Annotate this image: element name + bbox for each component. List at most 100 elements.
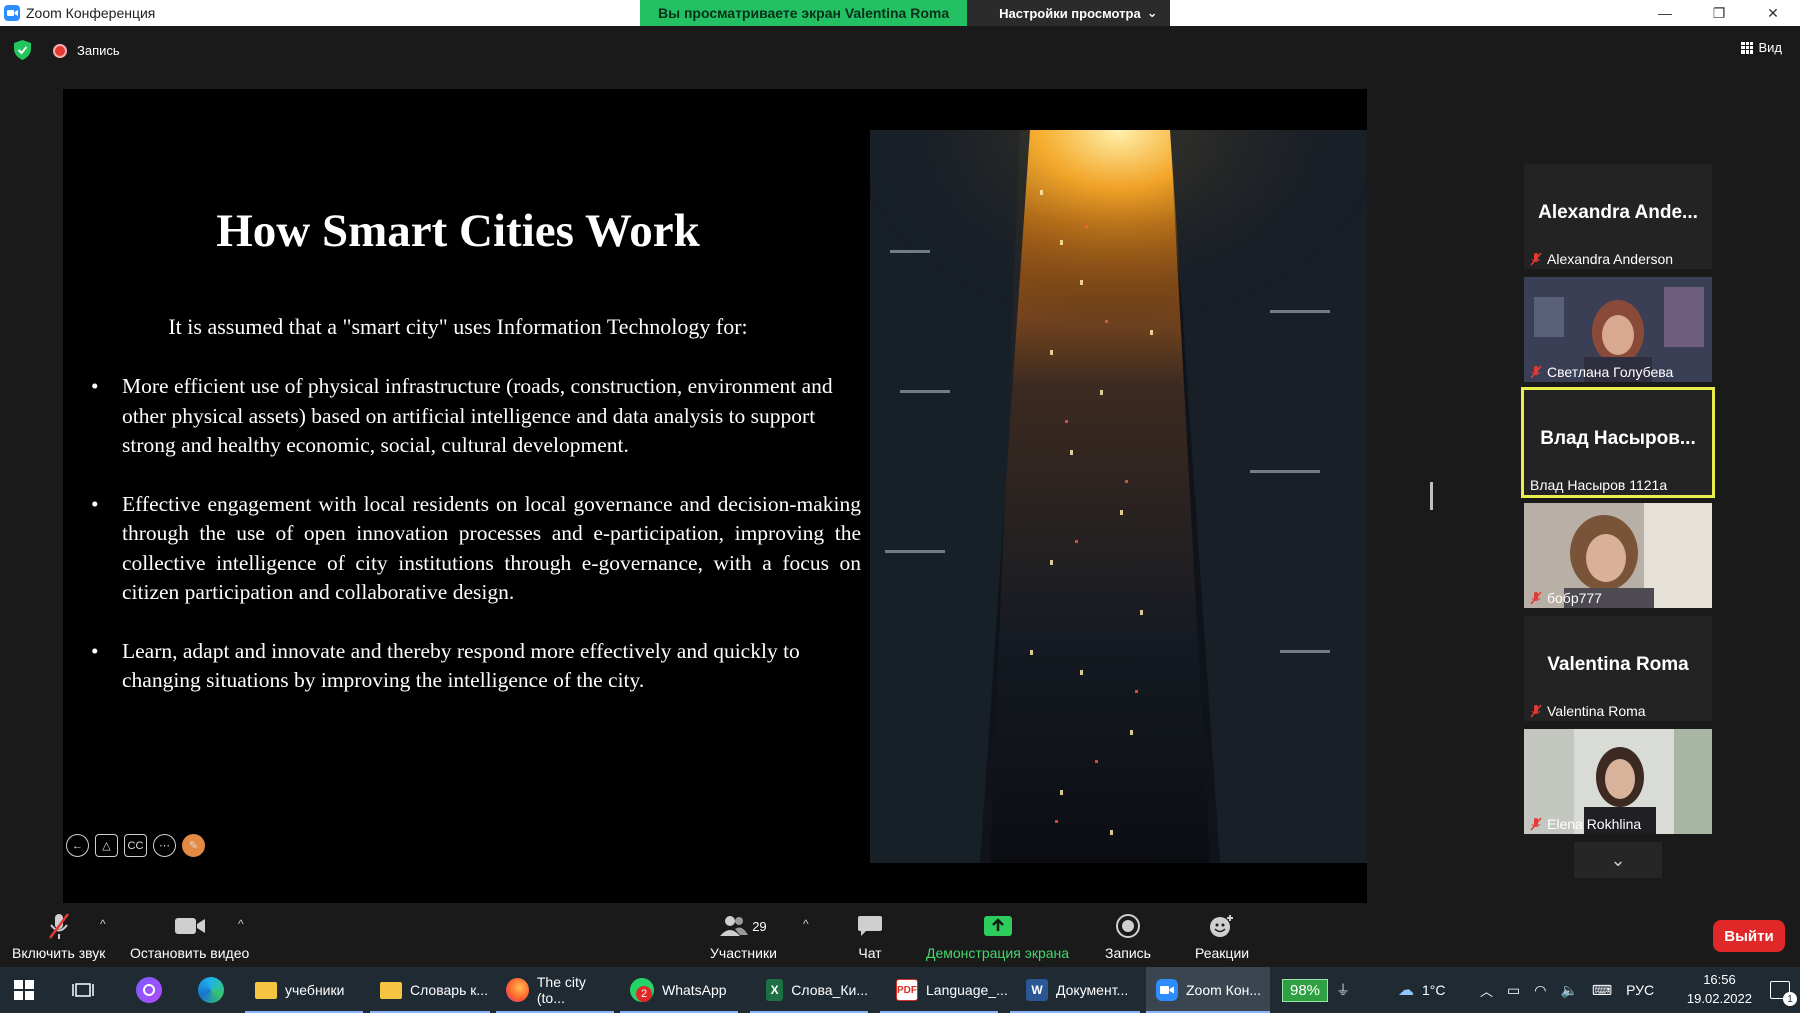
window-controls: — ❐ ✕: [1638, 0, 1800, 26]
share-screen-button[interactable]: Демонстрация экрана: [926, 911, 1069, 961]
unmute-label: Включить звук: [12, 945, 106, 961]
volume-icon[interactable]: 🔈: [1560, 982, 1577, 999]
participant-tile[interactable]: Elena Rokhlina: [1524, 729, 1712, 834]
maximize-button[interactable]: ❐: [1692, 0, 1746, 26]
taskbar-item-label: WhatsApp: [662, 982, 727, 998]
taskbar-item-label: Словарь к...: [410, 982, 489, 998]
taskbar-item-word[interactable]: W Документ...: [1010, 967, 1140, 1013]
taskbar-item-whatsapp[interactable]: 2 WhatsApp: [620, 967, 738, 1013]
folder-icon: [255, 981, 277, 999]
stop-video-label: Остановить видео: [130, 945, 250, 961]
close-button[interactable]: ✕: [1746, 0, 1800, 26]
audio-options-caret[interactable]: ^: [100, 917, 106, 931]
device-icon[interactable]: ▭: [1507, 982, 1520, 999]
participant-footer: бобр777: [1530, 590, 1602, 606]
view-options-button[interactable]: Настройки просмотра ⌄: [967, 0, 1170, 26]
participants-button[interactable]: 29 Участники: [710, 911, 777, 961]
share-banner: Вы просматриваете экран Valentina Roma Н…: [640, 0, 1170, 26]
plug-icon: ⏚: [1336, 982, 1351, 998]
chevron-down-icon: ⌄: [1610, 849, 1626, 870]
taskbar-item-firefox[interactable]: The city (to...: [496, 967, 614, 1013]
zoom-window: Zoom Конференция Вы просматриваете экран…: [0, 0, 1800, 1013]
city-traffic-photo: [870, 130, 1367, 863]
weather-widget[interactable]: ☁ 1°C: [1398, 967, 1446, 1013]
reactions-label: Реакции: [1195, 945, 1250, 961]
weather-cloud-icon: ☁: [1398, 982, 1414, 999]
task-view-button[interactable]: [72, 967, 94, 1013]
stop-video-button[interactable]: Остановить видео: [130, 911, 249, 961]
input-language[interactable]: РУС: [1626, 982, 1654, 998]
mic-muted-icon: [1530, 817, 1542, 831]
taskbar-item-slovar[interactable]: Словарь к...: [370, 967, 490, 1013]
system-clock[interactable]: 16:56 19.02.2022: [1687, 970, 1752, 1008]
taskbar-item-excel[interactable]: X Слова_Ки...: [750, 967, 868, 1013]
more-options-button[interactable]: ⋯: [153, 834, 176, 857]
edge-button[interactable]: [198, 967, 224, 1013]
taskbar-item-label: Language_...: [926, 982, 1008, 998]
next-participants-button[interactable]: ⌄: [1574, 842, 1662, 878]
participant-tile[interactable]: Alexandra Ande... Alexandra Anderson: [1524, 164, 1712, 269]
pen-tool-button[interactable]: ✎: [182, 834, 205, 857]
battery-indicator[interactable]: 98% ⏚: [1282, 967, 1350, 1013]
firefox-icon: [506, 978, 529, 1002]
video-options-caret[interactable]: ^: [238, 917, 244, 931]
participant-name: Elena Rokhlina: [1547, 816, 1642, 832]
participant-footer: Valentina Roma: [1530, 703, 1646, 719]
participant-tile[interactable]: Светлана Голубева: [1524, 277, 1712, 382]
taskbar-item-label: Слова_Ки...: [791, 982, 868, 998]
taskbar-item-zoom[interactable]: Zoom Кон...: [1146, 967, 1270, 1013]
task-view-icon: [72, 983, 94, 997]
chevron-up-icon[interactable]: ︿: [1480, 981, 1493, 1000]
captions-button[interactable]: CC: [124, 834, 147, 857]
reactions-button[interactable]: Реакции: [1195, 911, 1249, 961]
meeting-toolbar: Включить звук ^ Остановить видео ^ 29 Уч…: [0, 903, 1800, 967]
meeting-info-bar: Запись Вид: [0, 26, 1800, 76]
mic-muted-icon: [1530, 365, 1542, 379]
participants-options-caret[interactable]: ^: [803, 917, 809, 931]
participant-display-name: Влад Насыров...: [1540, 428, 1696, 449]
zoom-app-icon: [4, 5, 20, 21]
notifications-button[interactable]: 1: [1770, 967, 1797, 1013]
previous-slide-button[interactable]: ←: [66, 834, 89, 857]
participants-label: Участники: [710, 945, 777, 961]
whatsapp-icon: 2: [630, 978, 654, 1002]
unmute-button[interactable]: Включить звук: [12, 911, 105, 961]
participant-name: Alexandra Anderson: [1547, 251, 1674, 267]
emoji-plus-icon: [1209, 911, 1235, 941]
taskbar-item-label: Документ...: [1056, 982, 1129, 998]
record-icon: [1115, 911, 1140, 941]
minimize-button[interactable]: —: [1638, 0, 1692, 26]
keyboard-icon[interactable]: ⌨: [1592, 982, 1612, 999]
zoom-icon: [1156, 979, 1178, 1001]
panel-splitter[interactable]: [1430, 482, 1433, 510]
mic-muted-icon: [1530, 591, 1542, 605]
wifi-icon[interactable]: ◠: [1534, 982, 1546, 999]
record-button[interactable]: Запись: [1105, 911, 1151, 961]
leave-meeting-button[interactable]: Выйти: [1713, 920, 1785, 952]
windows-taskbar: учебники Словарь к... The city (to... 2 …: [0, 967, 1800, 1013]
taskbar-item-pdf[interactable]: PDF Language_...: [880, 967, 1008, 1013]
mic-muted-icon: [1530, 704, 1542, 718]
viewing-screen-label: Вы просматриваете экран Valentina Roma: [640, 0, 968, 26]
participant-tile[interactable]: Valentina Roma Valentina Roma: [1524, 616, 1712, 721]
participant-name: Светлана Голубева: [1547, 364, 1674, 380]
start-button[interactable]: [14, 967, 34, 1013]
notification-icon: 1: [1770, 981, 1797, 1006]
mic-muted-icon: [47, 911, 71, 941]
participant-tile[interactable]: бобр777: [1524, 503, 1712, 608]
taskbar-item-label: Zoom Кон...: [1186, 982, 1262, 998]
recording-label[interactable]: Запись: [77, 43, 120, 58]
participant-footer: Влад Насыров 1121а: [1530, 477, 1667, 493]
participant-tile-active-speaker[interactable]: Влад Насыров... Влад Насыров 1121а: [1521, 387, 1715, 498]
chat-button[interactable]: Чат: [857, 911, 883, 961]
view-layout-button[interactable]: Вид: [1741, 40, 1782, 55]
taskbar-item-uchebniki[interactable]: учебники: [245, 967, 363, 1013]
security-shield-icon[interactable]: [14, 40, 31, 60]
participant-footer: Alexandra Anderson: [1530, 251, 1673, 267]
share-screen-label: Демонстрация экрана: [926, 945, 1070, 961]
window-title: Zoom Конференция: [26, 5, 156, 21]
pointer-tool-button[interactable]: △: [95, 834, 118, 857]
temperature: 1°C: [1422, 982, 1446, 998]
slide-bullet: Effective engagement with local resident…: [91, 490, 861, 608]
cortana-button[interactable]: [136, 967, 162, 1013]
